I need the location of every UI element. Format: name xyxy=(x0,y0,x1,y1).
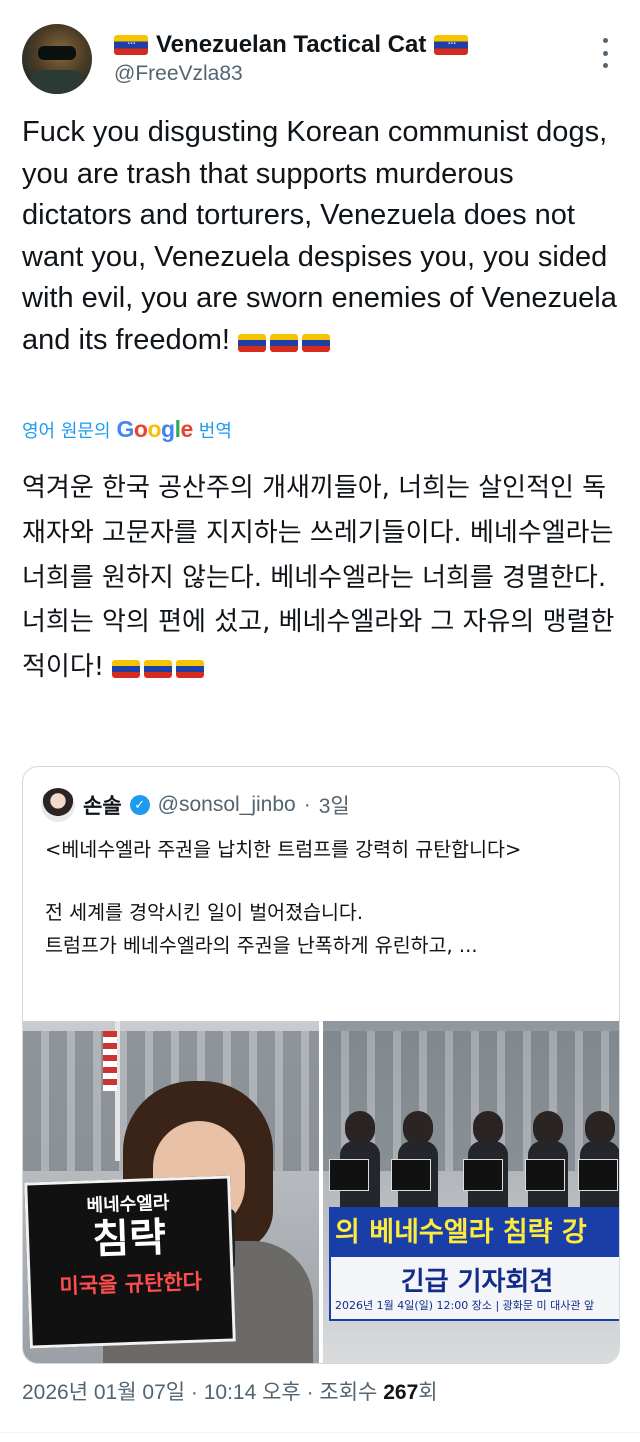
tweet-flags xyxy=(238,333,331,352)
google-logo-icon: Google xyxy=(116,416,194,442)
view-count: 267 xyxy=(383,1381,419,1404)
quoted-tweet-text: <베네수엘라 주권을 납치한 트럼프를 강력히 규탄합니다> 전 세계를 경악시… xyxy=(45,833,605,962)
sign-line-3: 미국을 규탄한다 xyxy=(59,1269,203,1299)
quoted-photo-2[interactable]: 의 베네수엘라 침략 강 긴급 기자회견 2026년 1월 4일(일) 12:0… xyxy=(323,1021,619,1363)
translated-body: 역겨운 한국 공산주의 개새끼들아, 너희는 살인적인 독재자와 고문자를 지지… xyxy=(22,473,615,683)
protest-sign: 베네수엘라 침략 미국을 규탄한다 xyxy=(24,1175,236,1349)
quoted-author-name[interactable]: 손솔 xyxy=(83,790,122,820)
quoted-author-handle[interactable]: @sonsol_jinbo xyxy=(158,793,296,817)
venezuela-flag-icon xyxy=(144,660,173,679)
quoted-photo-1[interactable]: 베네수엘라 침략 미국을 규탄한다 xyxy=(23,1021,319,1363)
author-handle[interactable]: @FreeVzla83 xyxy=(114,62,243,86)
translated-text: 역겨운 한국 공산주의 개새끼들아, 너희는 살인적인 독재자와 고문자를 지지… xyxy=(22,466,622,690)
banner-line-2: 긴급 기자회견 xyxy=(400,1267,554,1297)
author-avatar[interactable] xyxy=(22,24,92,94)
venezuela-flag-icon xyxy=(114,35,148,55)
banner-line-1: 의 베네수엘라 침략 강 xyxy=(331,1209,619,1257)
quoted-line-1: <베네수엘라 주권을 납치한 트럼프를 강력히 규탄합니다> xyxy=(45,838,522,861)
quoted-tweet-header: 손솔 ✓ @sonsol_jinbo · 3일 xyxy=(41,787,350,823)
quoted-author-avatar[interactable] xyxy=(41,788,75,822)
tweet-text: Fuck you disgusting Korean communist dog… xyxy=(22,112,622,361)
author-name-row[interactable]: Venezuelan Tactical Cat xyxy=(114,30,469,60)
tweet-body: Fuck you disgusting Korean communist dog… xyxy=(22,116,617,356)
venezuela-flag-icon xyxy=(176,660,205,679)
more-options-icon[interactable] xyxy=(597,38,613,68)
quoted-media[interactable]: 베네수엘라 침략 미국을 규탄한다 의 베네수엘라 침략 강 긴급 기자회견 2… xyxy=(23,1021,619,1363)
quoted-tweet[interactable]: 손솔 ✓ @sonsol_jinbo · 3일 <베네수엘라 주권을 납치한 트… xyxy=(22,766,620,1364)
translated-flags xyxy=(112,660,205,679)
tweet-metadata: 2026년 01월 07일 · 10:14 오후 · 조회수 267회 xyxy=(22,1376,438,1406)
translation-label-suffix: 번역 xyxy=(198,420,232,442)
translation-label[interactable]: 영어 원문의 Google 번역 xyxy=(22,416,232,443)
quoted-line-3: 트럼프가 베네수엘라의 주권을 난폭하게 유린하고, ... xyxy=(45,934,478,957)
quoted-line-2: 전 세계를 경악시킨 일이 벌어졌습니다. xyxy=(45,901,364,924)
venezuela-flag-icon xyxy=(302,333,331,352)
view-suffix: 회 xyxy=(418,1381,438,1404)
venezuela-flag-icon xyxy=(238,333,267,352)
verified-badge-icon: ✓ xyxy=(129,795,150,815)
press-banner: 의 베네수엘라 침략 강 긴급 기자회견 2026년 1월 4일(일) 12:0… xyxy=(329,1207,619,1321)
venezuela-flag-icon xyxy=(270,333,299,352)
avatar-visor xyxy=(38,46,76,60)
author-display-name[interactable]: Venezuelan Tactical Cat xyxy=(156,31,426,59)
divider xyxy=(0,1432,640,1433)
venezuela-flag-icon xyxy=(434,35,469,55)
quoted-timestamp[interactable]: 3일 xyxy=(319,790,350,820)
venezuela-flag-icon xyxy=(112,660,141,679)
sign-line-2: 침략 xyxy=(91,1214,167,1264)
quoted-separator: · xyxy=(303,793,311,816)
tweet-datetime[interactable]: 2026년 01월 07일 · 10:14 오후 · 조회수 xyxy=(22,1381,383,1404)
translation-label-prefix: 영어 원문의 xyxy=(22,420,111,442)
avatar-body xyxy=(30,70,84,94)
banner-line-3: 2026년 1월 4일(일) 12:00 장소 | 광화문 미 대사관 앞 xyxy=(335,1299,595,1312)
